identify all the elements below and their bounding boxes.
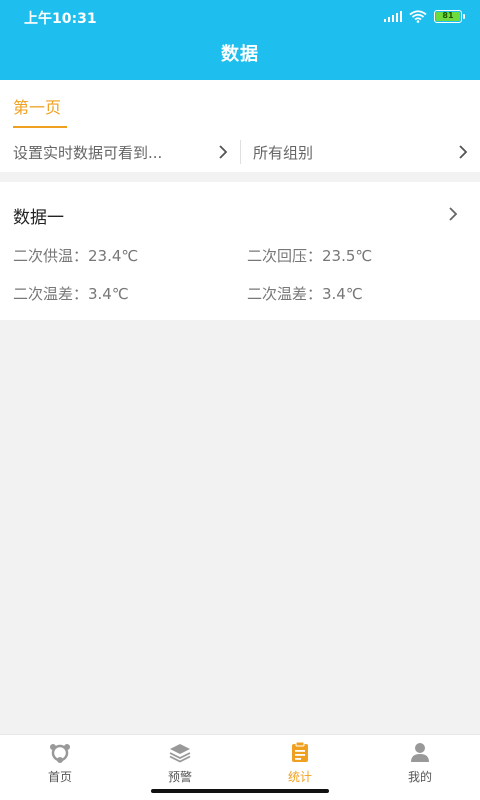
chevron-right-icon[interactable] — [448, 206, 458, 222]
signal-icon — [383, 10, 402, 22]
filter-row: 设置实时数据可看到... 所有组别 — [0, 136, 480, 172]
home-indicator — [151, 789, 329, 793]
user-icon — [411, 743, 429, 762]
tabs-area: 第一页 设置实时数据可看到... 所有组别 — [0, 80, 480, 172]
home-icon — [50, 744, 70, 763]
page-title: 数据 — [221, 44, 259, 65]
card-title: 数据一 — [13, 208, 64, 228]
filter-divider — [240, 140, 241, 164]
tabbar-label: 我的 — [407, 770, 432, 784]
status-time: 上午10:31 — [24, 11, 97, 27]
metric-temp-diff: 二次温差：3.4℃ — [13, 285, 129, 303]
tabbar-label: 首页 — [47, 770, 72, 784]
tab-page-one[interactable]: 第一页 — [13, 94, 61, 118]
wifi-icon — [409, 9, 427, 23]
battery-level: 81 — [436, 11, 460, 21]
metric-temp-diff: 二次温差：3.4℃ — [247, 285, 363, 303]
data-card[interactable]: 数据一 二次供温：23.4℃ 二次回压：23.5℃ 二次温差：3.4℃ 二次温差… — [0, 182, 480, 320]
realtime-settings-filter[interactable]: 设置实时数据可看到... — [13, 142, 162, 163]
chevron-right-icon[interactable] — [458, 144, 468, 160]
metric-return-pressure: 二次回压：23.5℃ — [247, 247, 373, 265]
metric-supply-temp: 二次供温：23.4℃ — [13, 247, 139, 265]
clipboard-icon — [292, 741, 308, 762]
tabbar-item-home[interactable]: 首页 — [0, 735, 120, 800]
group-filter[interactable]: 所有组别 — [253, 142, 313, 163]
tabbar-label: 预警 — [167, 770, 192, 784]
tabbar-label: 统计 — [287, 770, 312, 784]
chevron-right-icon[interactable] — [218, 144, 228, 160]
status-icons: 81 — [383, 9, 465, 23]
tabbar-item-profile[interactable]: 我的 — [360, 735, 480, 800]
battery-icon: 81 — [434, 9, 465, 23]
app-header: 上午10:31 81 数据 — [0, 0, 480, 80]
layers-icon — [169, 744, 191, 763]
status-bar: 上午10:31 81 — [0, 0, 480, 32]
tab-underline — [13, 126, 67, 128]
